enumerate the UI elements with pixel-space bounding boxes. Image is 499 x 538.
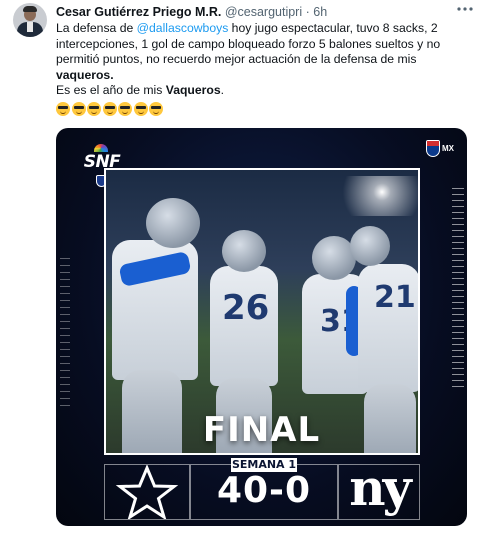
- tweet-text: La defensa de @dallascowboys hoy jugo es…: [56, 21, 456, 99]
- peacock-icon: [94, 144, 108, 152]
- avatar[interactable]: [13, 3, 47, 37]
- decorative-ticks: [60, 258, 70, 408]
- player-helmet: [222, 230, 266, 272]
- tweet-header: Cesar Gutiérrez Priego M.R. @cesargutipr…: [56, 5, 327, 19]
- separator-dot: ·: [305, 5, 310, 19]
- text-segment: Es es el año de mis: [56, 83, 166, 98]
- decorative-ticks: [452, 188, 464, 388]
- timestamp[interactable]: 6h: [313, 5, 327, 19]
- text-segment: .: [220, 83, 225, 98]
- sunglasses-emoji-icon: [71, 102, 86, 116]
- tweet-media-image[interactable]: SNF MX 26 31 21 FINAL SEMANA 1 40-0 ny: [56, 128, 467, 526]
- league-badge-text: MX: [442, 144, 454, 153]
- jersey-number: 26: [222, 288, 270, 328]
- cowboys-star-icon: [115, 465, 179, 519]
- sunglasses-emoji-icon: [118, 102, 132, 116]
- more-dots-icon[interactable]: [456, 2, 476, 16]
- jersey-number: 21: [374, 280, 416, 315]
- final-label: FINAL: [202, 410, 321, 450]
- sunglasses-emoji-icon: [87, 102, 101, 116]
- sunglasses-emoji-icon: [102, 102, 117, 116]
- emoji-row: [56, 102, 163, 116]
- bold-text: Vaqueros: [165, 83, 221, 98]
- player-helmet: [350, 226, 390, 266]
- player-helmet: [146, 198, 200, 248]
- stadium-lights: [298, 176, 418, 216]
- bold-text: vaqueros.: [56, 67, 114, 82]
- nfl-shield-icon: [426, 140, 440, 157]
- text-segment: La defensa de: [56, 21, 137, 35]
- mention-link[interactable]: @dallascowboys: [137, 21, 229, 35]
- giants-ny-logo: ny: [349, 458, 411, 517]
- tweet[interactable]: Cesar Gutiérrez Priego M.R. @cesargutipr…: [0, 0, 499, 538]
- nfl-mx-badge: MX: [426, 140, 456, 158]
- final-score: 40-0: [216, 470, 312, 511]
- sunglasses-emoji-icon: [149, 102, 163, 116]
- author-name[interactable]: Cesar Gutiérrez Priego M.R.: [56, 5, 221, 19]
- author-handle[interactable]: @cesargutipri: [225, 5, 302, 19]
- sunglasses-emoji-icon: [133, 102, 148, 116]
- sunglasses-emoji-icon: [56, 102, 70, 116]
